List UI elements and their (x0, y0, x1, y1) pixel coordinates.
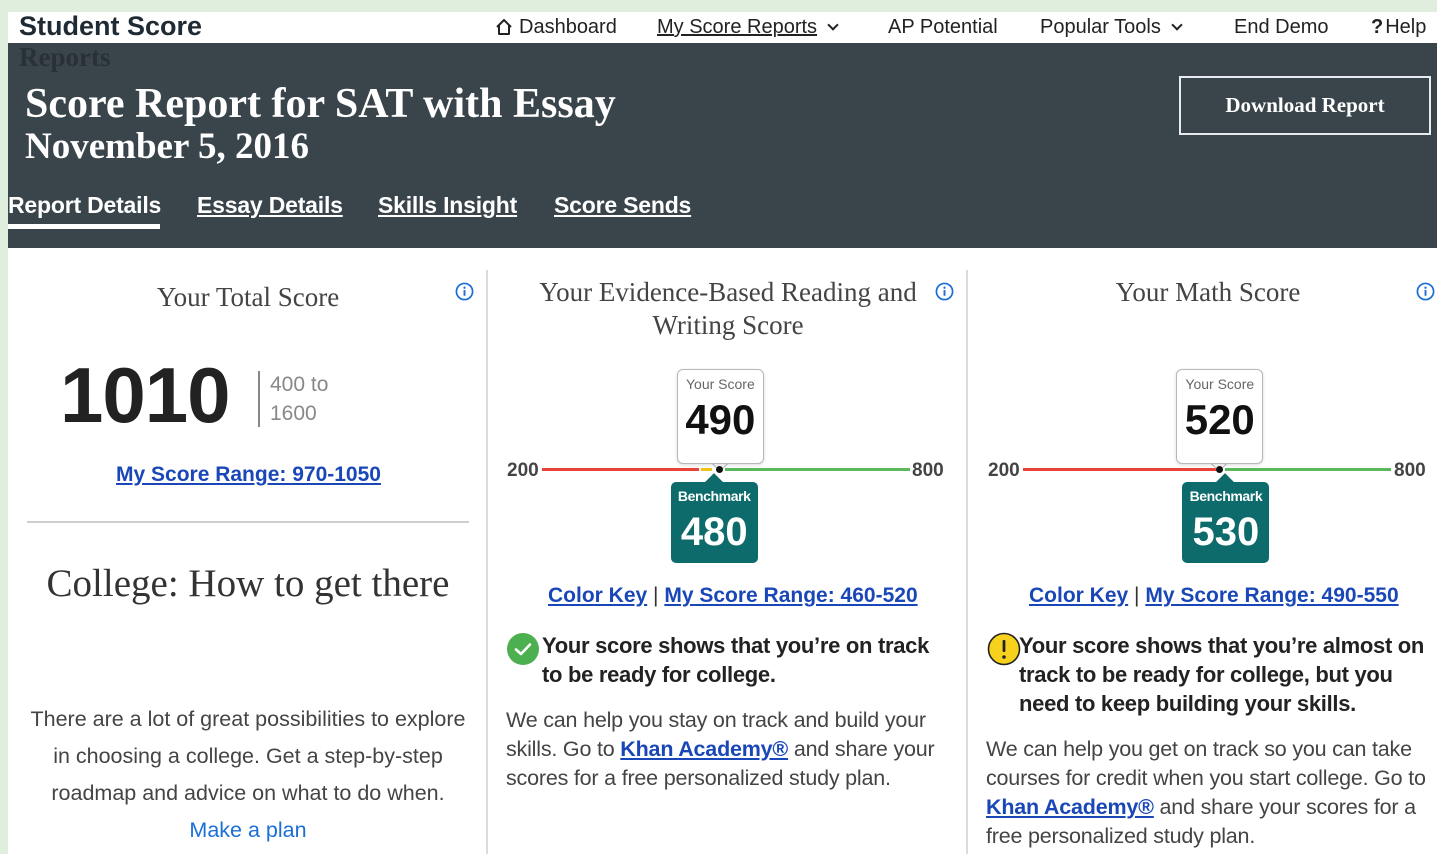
score-marker (1215, 466, 1223, 473)
download-report-button[interactable]: Download Report (1179, 76, 1431, 135)
score-marker (716, 466, 724, 473)
help-icon: ? (1371, 16, 1384, 38)
nav-popular-tools[interactable]: Popular Tools (1040, 15, 1183, 39)
ebrw-status-text: Your score shows that you’re on track to… (542, 633, 930, 687)
help-text-before: We can help you get on track so you can … (986, 737, 1426, 790)
brand-logo-line2: Reports (19, 42, 111, 72)
nav-end-demo[interactable]: End Demo (1234, 15, 1329, 39)
gauge-bar-below (1023, 468, 1217, 471)
panel-divider (486, 270, 488, 854)
benchmark-value: 530 (1192, 510, 1260, 554)
nav-ap-potential[interactable]: AP Potential (888, 15, 998, 39)
info-icon[interactable] (935, 282, 954, 301)
ebrw-help-text: We can help you stay on track and build … (506, 706, 956, 793)
chevron-down-icon (1171, 18, 1183, 31)
benchmark-box: Benchmark 480 (670, 482, 758, 563)
benchmark-box: Benchmark 530 (1182, 482, 1270, 563)
math-help-text: We can help you get on track so you can … (986, 735, 1434, 851)
home-icon (496, 19, 512, 35)
link-separator: | (1134, 584, 1140, 607)
top-nav: Student Score Dashboard My Score Reports… (8, 12, 1437, 43)
active-tab-indicator (8, 224, 160, 229)
ebrw-score-title: Your Evidence-Based Reading and Writing … (539, 277, 917, 340)
your-score-caption: Your Score (685, 376, 755, 392)
nav-help[interactable]: ? Help (1371, 15, 1426, 39)
color-key-link[interactable]: Color Key (548, 584, 647, 607)
info-icon[interactable] (455, 282, 474, 301)
nav-dashboard-label: Dashboard (519, 16, 617, 38)
nav-ap-potential-label: AP Potential (888, 16, 998, 38)
ebrw-score-range-link[interactable]: My Score Range: 460-520 (664, 584, 917, 607)
your-score-box: Your Score 490 (676, 369, 764, 464)
report-header: Score Report for SAT with Essay November… (8, 43, 1437, 248)
total-score-title: Your Total Score (156, 282, 340, 312)
nav-popular-tools-label: Popular Tools (1040, 16, 1161, 38)
your-score-caption: Your Score (1185, 376, 1255, 392)
benchmark-caption: Benchmark (677, 488, 751, 504)
scale-max-label: 800 (912, 460, 944, 481)
check-circle-icon (507, 633, 539, 665)
nav-dashboard[interactable]: Dashboard (494, 15, 617, 39)
nav-my-score-reports-label: My Score Reports (657, 16, 818, 38)
nav-help-label: Help (1385, 16, 1427, 38)
nav-end-demo-label: End Demo (1234, 16, 1329, 38)
gauge-bar-near (700, 468, 712, 471)
color-key-link[interactable]: Color Key (1029, 584, 1128, 607)
math-status-text: Your score shows that you’re almost on t… (1019, 633, 1425, 716)
section-divider (27, 521, 469, 523)
total-score-range-link[interactable]: My Score Range: 970-1050 (116, 462, 381, 488)
page-title: Score Report for SAT with Essay (25, 81, 616, 127)
gauge-bar-above (1225, 468, 1391, 471)
tab-report-details[interactable]: Report Details (8, 190, 161, 220)
brand-logo[interactable]: Student Score (19, 12, 202, 41)
your-score-box: Your Score 520 (1176, 369, 1264, 464)
chevron-down-icon (827, 18, 839, 31)
score-range-separator (258, 371, 260, 427)
math-links: Color Key | My Score Range: 490-550 (1029, 583, 1399, 609)
math-score-title: Your Math Score (1115, 277, 1301, 307)
math-score-range-link[interactable]: My Score Range: 490-550 (1145, 584, 1398, 607)
benchmark-value: 480 (680, 510, 748, 554)
scale-line-2: 1600 (270, 402, 317, 425)
make-a-plan-link[interactable]: Make a plan (189, 818, 306, 842)
scale-min-label: 200 (507, 460, 539, 481)
scale-min-label: 200 (988, 460, 1020, 481)
total-score-value: 1010 (60, 351, 231, 439)
college-text: There are a lot of great possibilities t… (30, 707, 466, 805)
benchmark-caption: Benchmark (1189, 488, 1263, 504)
warning-circle-icon (987, 632, 1021, 666)
gauge-bar-above (724, 468, 910, 471)
scale-line-1: 400 to (270, 373, 329, 396)
tab-skills-insight[interactable]: Skills Insight (378, 190, 517, 220)
tab-score-sends[interactable]: Score Sends (554, 190, 691, 220)
link-separator: | (653, 584, 659, 607)
your-score-value: 520 (1184, 396, 1255, 443)
nav-my-score-reports[interactable]: My Score Reports (657, 15, 839, 39)
total-score-scale: 400 to 1600 (270, 370, 328, 428)
khan-academy-link[interactable]: Khan Academy® (620, 737, 788, 761)
scale-max-label: 800 (1394, 460, 1426, 481)
ebrw-links: Color Key | My Score Range: 460-520 (548, 583, 918, 609)
info-icon[interactable] (1416, 282, 1435, 301)
score-report-page: Student Score Dashboard My Score Reports… (8, 12, 1437, 854)
tab-essay-details[interactable]: Essay Details (197, 190, 343, 220)
test-date: November 5, 2016 (25, 126, 309, 167)
gauge-bar-below (542, 468, 699, 471)
college-description: There are a lot of great possibilities t… (27, 701, 469, 849)
panel-divider (966, 270, 968, 854)
college-heading: College: How to get there (46, 562, 450, 605)
your-score-value: 490 (685, 396, 756, 443)
khan-academy-link[interactable]: Khan Academy® (986, 795, 1154, 819)
